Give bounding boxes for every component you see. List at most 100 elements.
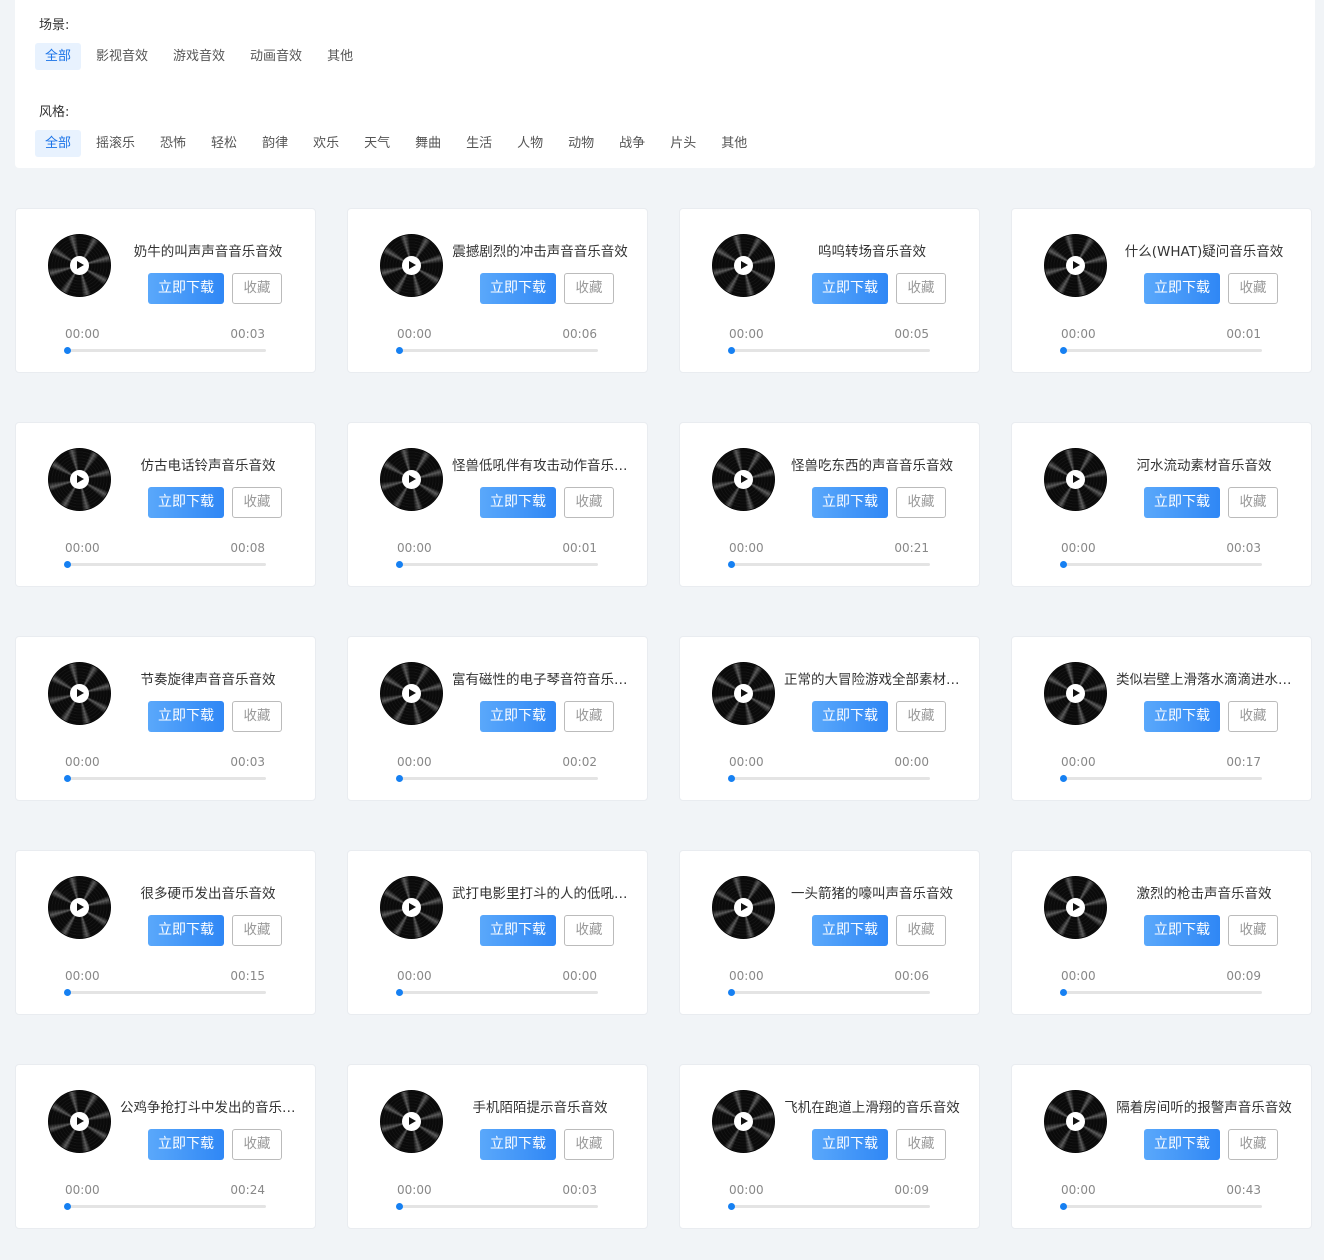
progress-handle[interactable] [64, 347, 71, 354]
play-icon[interactable] [402, 898, 421, 917]
progress-bar[interactable] [1060, 775, 1262, 782]
play-icon[interactable] [70, 898, 89, 917]
download-button[interactable]: 立即下载 [1144, 273, 1220, 304]
progress-bar[interactable] [728, 1203, 930, 1210]
download-button[interactable]: 立即下载 [812, 273, 888, 304]
play-icon[interactable] [70, 684, 89, 703]
play-icon[interactable] [70, 1112, 89, 1131]
play-icon[interactable] [1066, 256, 1085, 275]
progress-handle[interactable] [1060, 989, 1067, 996]
download-button[interactable]: 立即下载 [1144, 701, 1220, 732]
favorite-button[interactable]: 收藏 [564, 1129, 614, 1160]
favorite-button[interactable]: 收藏 [232, 487, 282, 518]
vinyl-disc-icon[interactable] [48, 876, 111, 939]
scene-tag-1[interactable]: 影视音效 [86, 43, 158, 70]
download-button[interactable]: 立即下载 [148, 1129, 224, 1160]
scene-tag-3[interactable]: 动画音效 [240, 43, 312, 70]
progress-handle[interactable] [396, 1203, 403, 1210]
progress-handle[interactable] [64, 561, 71, 568]
progress-bar[interactable] [1060, 347, 1262, 354]
vinyl-disc-icon[interactable] [380, 876, 443, 939]
favorite-button[interactable]: 收藏 [564, 701, 614, 732]
favorite-button[interactable]: 收藏 [232, 273, 282, 304]
vinyl-disc-icon[interactable] [48, 234, 111, 297]
download-button[interactable]: 立即下载 [1144, 487, 1220, 518]
download-button[interactable]: 立即下载 [148, 701, 224, 732]
favorite-button[interactable]: 收藏 [896, 1129, 946, 1160]
download-button[interactable]: 立即下载 [480, 915, 556, 946]
play-icon[interactable] [1066, 470, 1085, 489]
vinyl-disc-icon[interactable] [48, 448, 111, 511]
progress-bar[interactable] [728, 775, 930, 782]
download-button[interactable]: 立即下载 [148, 273, 224, 304]
play-icon[interactable] [734, 256, 753, 275]
progress-handle[interactable] [1060, 1203, 1067, 1210]
progress-handle[interactable] [396, 561, 403, 568]
progress-bar[interactable] [64, 347, 266, 354]
progress-bar[interactable] [728, 347, 930, 354]
scene-tag-0[interactable]: 全部 [35, 43, 82, 70]
progress-handle[interactable] [396, 775, 403, 782]
vinyl-disc-icon[interactable] [712, 1090, 775, 1153]
progress-handle[interactable] [64, 989, 71, 996]
favorite-button[interactable]: 收藏 [1228, 487, 1278, 518]
progress-bar[interactable] [64, 561, 266, 568]
vinyl-disc-icon[interactable] [1044, 448, 1107, 511]
progress-handle[interactable] [1060, 775, 1067, 782]
style-tag-6[interactable]: 天气 [354, 130, 400, 157]
favorite-button[interactable]: 收藏 [1228, 273, 1278, 304]
play-icon[interactable] [70, 256, 89, 275]
style-tag-4[interactable]: 韵律 [252, 130, 298, 157]
progress-handle[interactable] [728, 775, 735, 782]
progress-handle[interactable] [728, 347, 735, 354]
play-icon[interactable] [1066, 1112, 1085, 1131]
progress-handle[interactable] [396, 989, 403, 996]
play-icon[interactable] [70, 470, 89, 489]
progress-handle[interactable] [728, 561, 735, 568]
download-button[interactable]: 立即下载 [480, 701, 556, 732]
vinyl-disc-icon[interactable] [1044, 1090, 1107, 1153]
progress-bar[interactable] [396, 775, 598, 782]
vinyl-disc-icon[interactable] [1044, 662, 1107, 725]
favorite-button[interactable]: 收藏 [1228, 1129, 1278, 1160]
vinyl-disc-icon[interactable] [712, 662, 775, 725]
progress-handle[interactable] [64, 1203, 71, 1210]
vinyl-disc-icon[interactable] [712, 448, 775, 511]
favorite-button[interactable]: 收藏 [896, 701, 946, 732]
style-tag-13[interactable]: 其他 [711, 130, 757, 157]
play-icon[interactable] [734, 898, 753, 917]
download-button[interactable]: 立即下载 [480, 1129, 556, 1160]
vinyl-disc-icon[interactable] [1044, 876, 1107, 939]
style-tag-10[interactable]: 动物 [558, 130, 604, 157]
play-icon[interactable] [734, 470, 753, 489]
vinyl-disc-icon[interactable] [48, 662, 111, 725]
progress-handle[interactable] [728, 989, 735, 996]
download-button[interactable]: 立即下载 [148, 487, 224, 518]
download-button[interactable]: 立即下载 [812, 487, 888, 518]
progress-bar[interactable] [64, 775, 266, 782]
style-tag-2[interactable]: 恐怖 [150, 130, 196, 157]
progress-handle[interactable] [396, 347, 403, 354]
progress-bar[interactable] [396, 1203, 598, 1210]
progress-bar[interactable] [396, 561, 598, 568]
favorite-button[interactable]: 收藏 [232, 1129, 282, 1160]
favorite-button[interactable]: 收藏 [232, 701, 282, 732]
vinyl-disc-icon[interactable] [380, 448, 443, 511]
play-icon[interactable] [402, 256, 421, 275]
scene-tag-4[interactable]: 其他 [317, 43, 363, 70]
favorite-button[interactable]: 收藏 [896, 273, 946, 304]
vinyl-disc-icon[interactable] [712, 876, 775, 939]
download-button[interactable]: 立即下载 [812, 1129, 888, 1160]
vinyl-disc-icon[interactable] [1044, 234, 1107, 297]
progress-handle[interactable] [1060, 347, 1067, 354]
progress-bar[interactable] [64, 1203, 266, 1210]
progress-handle[interactable] [728, 1203, 735, 1210]
favorite-button[interactable]: 收藏 [564, 487, 614, 518]
style-tag-11[interactable]: 战争 [609, 130, 655, 157]
vinyl-disc-icon[interactable] [48, 1090, 111, 1153]
play-icon[interactable] [734, 1112, 753, 1131]
progress-bar[interactable] [728, 561, 930, 568]
progress-bar[interactable] [396, 989, 598, 996]
download-button[interactable]: 立即下载 [148, 915, 224, 946]
vinyl-disc-icon[interactable] [712, 234, 775, 297]
